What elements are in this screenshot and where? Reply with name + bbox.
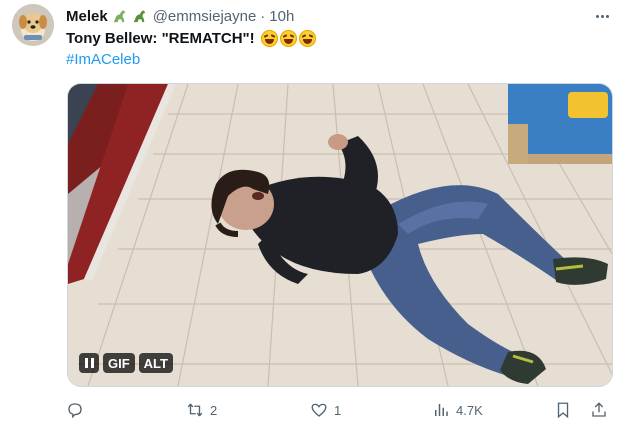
bookmark-button[interactable] [554,401,572,419]
gif-scene-image [68,84,612,386]
share-button[interactable] [590,401,608,419]
avatar-dog-image [12,4,54,46]
tweet-text-content: Tony Bellew: "REMATCH"! [66,30,255,47]
views-button[interactable]: 4.7K [432,401,483,419]
gif-badge: GIF [103,353,135,373]
reply-button[interactable] [66,401,84,419]
timestamp[interactable]: 10h [269,8,294,25]
author-handle[interactable]: @emmsiejayne [153,8,257,25]
tweet-header: Melek @emmsiejayne · 10h [66,6,622,26]
retweet-count: 2 [210,402,218,418]
like-icon [311,403,327,417]
like-count: 1 [334,402,342,418]
more-icon[interactable] [592,6,612,26]
author-name[interactable]: Melek [66,8,108,25]
media-gif[interactable]: GIF ALT [67,83,613,387]
hashtag-link[interactable]: #ImACeleb [66,51,140,68]
views-count: 4.7K [456,402,483,418]
rolling-laughing-emoji [279,30,297,47]
retweet-icon [187,403,203,417]
separator: · [260,7,266,25]
action-bar: 2 1 4.7K [66,398,612,422]
pause-icon[interactable] [79,353,99,373]
like-button[interactable]: 1 [310,401,341,419]
dinosaur-icon [133,10,145,22]
views-icon [435,404,448,416]
retweet-button[interactable]: 2 [186,401,217,419]
dinosaur-icon [113,10,125,22]
share-icon [592,402,606,417]
alt-badge[interactable]: ALT [138,353,173,373]
rolling-laughing-emoji [260,30,278,47]
avatar[interactable] [12,4,54,46]
bookmark-icon [557,402,569,419]
tweet-text: Tony Bellew: "REMATCH"! [66,30,316,47]
reply-icon [68,403,82,419]
rolling-laughing-emoji [298,30,316,47]
media-badges: GIF ALT [79,353,173,373]
